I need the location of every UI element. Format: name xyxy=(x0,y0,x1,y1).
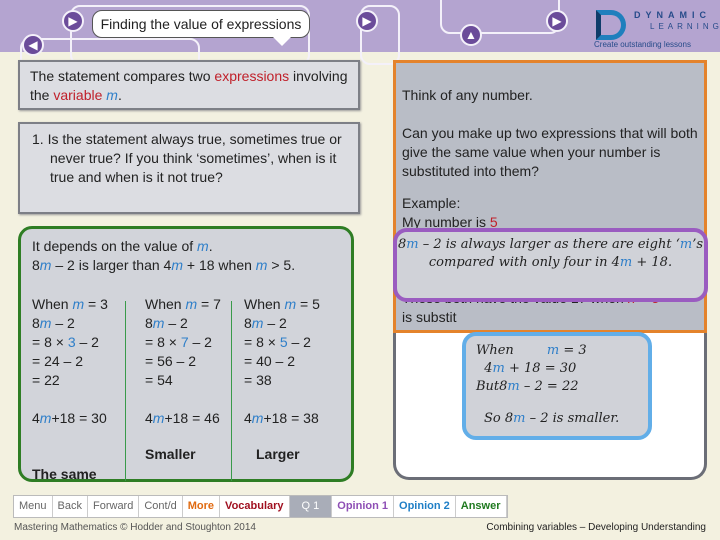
text: . xyxy=(117,87,122,103)
logo: DYNAMIC LEARNING Create outstanding less… xyxy=(594,8,719,50)
navigation-toolbar: Menu Back Forward Cont/d More Vocabulary Q 1 Op… xyxy=(13,495,508,518)
text: – 2 = 22 xyxy=(519,379,579,394)
forward-arrow-icon[interactable]: ▶ xyxy=(546,10,568,32)
lesson-title: Combining variables – Developing Underst… xyxy=(486,522,706,533)
text: + 18. xyxy=(632,255,673,270)
text: The statement compares two xyxy=(30,68,215,84)
toolbar-button-cont-d[interactable]: Cont/d xyxy=(139,496,183,517)
opinion-1-bubble: 8m – 2 is always larger as there are eig… xyxy=(393,228,708,302)
variable-text: variable xyxy=(53,87,103,103)
text: – 2 is always larger as there are eight … xyxy=(418,237,680,252)
answer-line-2: 8m – 2 is larger than 4m + 18 when m > 5… xyxy=(32,256,295,275)
forward-arrow-icon[interactable]: ▶ xyxy=(356,10,378,32)
answer-panel: It depends on the value of m. 8m – 2 is … xyxy=(18,226,354,482)
back-arrow-icon[interactable]: ◀ xyxy=(22,34,44,56)
variable-text: m xyxy=(197,238,209,254)
logo-tagline: Create outstanding lessons xyxy=(594,40,691,49)
copyright: Mastering Mathematics © Hodder and Stoug… xyxy=(14,522,256,533)
text: So 8m – 2 is smaller. xyxy=(476,410,638,428)
text: 8 xyxy=(32,257,40,273)
variable-text: m xyxy=(492,361,505,376)
variable-text: m xyxy=(679,237,693,252)
variable-text: m xyxy=(619,255,633,270)
text: Can you make up two expressions that wil… xyxy=(402,125,698,179)
toolbar-button-vocabulary[interactable]: Vocabulary xyxy=(220,496,290,517)
toolbar-button-menu[interactable]: Menu xyxy=(14,496,53,517)
toolbar-button-answer[interactable]: Answer xyxy=(456,496,507,517)
opinion-2-bubble: When m = 3 4m + 18 = 30 But8m – 2 = 22 S… xyxy=(462,332,652,440)
text: = 3 xyxy=(559,343,587,358)
logo-text: LEARNING xyxy=(650,22,720,31)
text: Example: xyxy=(402,195,461,211)
variable-text: m xyxy=(106,87,118,103)
variable-text: expressions xyxy=(214,68,290,84)
up-arrow-icon[interactable]: ▲ xyxy=(460,24,482,46)
answer-line-1: It depends on the value of m. xyxy=(32,237,213,256)
case-column: When m = 7 8m – 2 = 8 × 7 – 2 = 56 – 2 = … xyxy=(145,296,221,426)
page-title: Finding the value of expressions xyxy=(92,10,310,46)
text: So 8 xyxy=(484,411,514,426)
header: ◀ ▶ ▶ ▲ ▶ Finding the value of expressio… xyxy=(0,0,720,68)
question-box: 1. Is the statement always true, sometim… xyxy=(18,122,360,214)
text: > 5. xyxy=(267,257,296,273)
text: But8 xyxy=(476,379,508,394)
statement-box: The statement compares two expressions i… xyxy=(18,60,360,110)
toolbar-button-q-1[interactable]: Q 1 xyxy=(289,496,333,517)
logo-mark-icon xyxy=(596,10,626,40)
case-column: When m = 5 8m – 2 = 8 × 5 – 2 = 40 – 2 = … xyxy=(244,296,320,426)
verdict-label: Larger xyxy=(256,446,300,462)
text: + 18 when xyxy=(183,257,256,273)
variable-text: m xyxy=(513,411,526,426)
text: 4 xyxy=(476,361,493,376)
variable-text: m xyxy=(171,257,183,273)
text: When m = 3 xyxy=(476,342,638,360)
toolbar-button-forward[interactable]: Forward xyxy=(88,496,140,517)
variable-text: m xyxy=(546,343,560,358)
variable-text: m xyxy=(507,379,520,394)
text: But8m – 2 = 22 xyxy=(476,378,638,396)
text: 4m + 18 = 30 xyxy=(476,360,638,378)
case-column: When m = 3 8m – 2 = 8 × 3 – 2 = 24 – 2 = … xyxy=(32,296,108,426)
text: – 2 is smaller. xyxy=(525,411,620,426)
text: It depends on the value of xyxy=(32,238,198,254)
text: + 18 = 30 xyxy=(504,361,577,376)
toolbar-button-opinion-1[interactable]: Opinion 1 xyxy=(332,496,395,517)
variable-text: m xyxy=(406,237,419,252)
verdict-label: The same xyxy=(32,466,97,482)
text: When xyxy=(476,343,547,358)
text: . xyxy=(208,238,213,254)
toolbar-button-more[interactable]: More xyxy=(183,496,221,517)
verdict-label: Smaller xyxy=(145,446,196,462)
text: is substit xyxy=(402,309,457,325)
variable-text: m xyxy=(255,257,268,273)
text: – 2 is larger than 4 xyxy=(51,257,172,273)
toolbar-button-opinion-2[interactable]: Opinion 2 xyxy=(394,496,456,517)
logo-text: DYNAMIC xyxy=(634,10,711,20)
forward-arrow-icon[interactable]: ▶ xyxy=(62,10,84,32)
toolbar-button-back[interactable]: Back xyxy=(53,496,88,517)
text: Think of any number. xyxy=(402,87,533,103)
decor-line xyxy=(440,0,560,34)
variable-text: m xyxy=(39,257,52,273)
